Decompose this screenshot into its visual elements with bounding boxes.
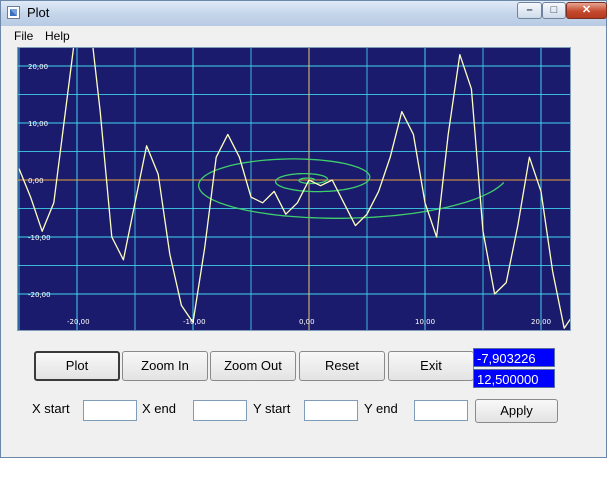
- spiral-curve: [197, 158, 505, 219]
- minimize-button[interactable]: –: [517, 2, 542, 19]
- y-tick-label: 10,00: [28, 120, 48, 128]
- y-tick-label: 0,00: [28, 177, 44, 185]
- x-end-label: X end: [142, 401, 176, 416]
- x-tick-label: -20,00: [67, 318, 90, 326]
- function-curve: [18, 48, 570, 329]
- title-bar[interactable]: Plot – □ ✕: [1, 1, 607, 27]
- zoom-out-button[interactable]: Zoom Out: [210, 351, 296, 381]
- y-end-input[interactable]: [414, 400, 468, 421]
- plot-window: Plot – □ ✕ File Help -20,00 -10,00 0,00 10,…: [0, 0, 607, 458]
- y-start-label: Y start: [253, 401, 291, 416]
- y-end-label: Y end: [364, 401, 398, 416]
- plot-svg: -20,00 -10,00 0,00 10,00 20,00 20,00 10,00 0,00…: [18, 48, 570, 330]
- zoom-in-button[interactable]: Zoom In: [122, 351, 208, 381]
- y-tick-label: -10,00: [28, 234, 51, 242]
- menu-bar: File Help: [1, 26, 606, 45]
- close-button[interactable]: ✕: [566, 2, 607, 19]
- window-title: Plot: [27, 5, 50, 20]
- x-end-input[interactable]: [193, 400, 247, 421]
- y-tick-label: 20,00: [28, 63, 48, 71]
- plot-canvas[interactable]: -20,00 -10,00 0,00 10,00 20,00 20,00 10,00 0,00…: [17, 47, 571, 331]
- x-tick-label: 0,00: [299, 318, 315, 326]
- y-tick-label: -20,00: [28, 291, 51, 299]
- plot-app-icon: [7, 6, 20, 19]
- plot-button[interactable]: Plot: [34, 351, 120, 381]
- reset-button[interactable]: Reset: [299, 351, 385, 381]
- x-tick-label: -10,00: [183, 318, 206, 326]
- x-start-label: X start: [32, 401, 70, 416]
- y-coordinate-readout: 12,500000: [473, 369, 555, 388]
- exit-button[interactable]: Exit: [388, 351, 474, 381]
- x-start-input[interactable]: [83, 400, 137, 421]
- x-tick-label: 20,00: [531, 318, 551, 326]
- maximize-button[interactable]: □: [542, 2, 566, 19]
- apply-button[interactable]: Apply: [475, 399, 558, 423]
- x-coordinate-readout: -7,903226: [473, 348, 555, 367]
- x-tick-label: 10,00: [415, 318, 435, 326]
- menu-help[interactable]: Help: [45, 29, 70, 43]
- y-start-input[interactable]: [304, 400, 358, 421]
- menu-file[interactable]: File: [14, 29, 33, 43]
